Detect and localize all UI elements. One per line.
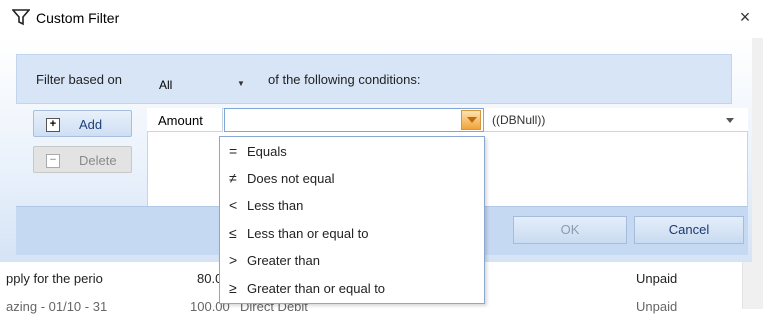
option-label: Greater than or equal to xyxy=(247,281,386,296)
filter-based-on-label: Filter based on xyxy=(36,72,122,87)
operator-option-equals[interactable]: = Equals xyxy=(220,139,484,165)
delete-button-label: Delete xyxy=(79,153,117,168)
operator-option-greater-or-equal[interactable]: ≥ Greater than or equal to xyxy=(220,276,484,302)
dialog-title: Custom Filter xyxy=(36,10,120,26)
equals-symbol: = xyxy=(229,143,238,159)
value-select-value: ((DBNull)) xyxy=(492,113,546,127)
option-label: Greater than xyxy=(247,253,320,268)
condition-field[interactable]: Amount xyxy=(147,108,223,132)
operator-dropdown-list: = Equals ≠ Does not equal < Less than ≤ … xyxy=(219,136,485,304)
operator-option-less-or-equal[interactable]: ≤ Less than or equal to xyxy=(220,221,484,247)
chevron-down-icon: ▼ xyxy=(237,79,245,88)
option-label: Does not equal xyxy=(247,171,335,186)
add-button-label: Add xyxy=(79,117,103,132)
cell-status: Unpaid xyxy=(636,299,678,314)
cancel-button[interactable]: Cancel xyxy=(634,216,744,244)
minus-icon: − xyxy=(46,154,60,168)
conditions-suffix-label: of the following conditions: xyxy=(268,72,421,87)
plus-icon: + xyxy=(46,118,60,132)
logic-select-value: All xyxy=(159,78,173,92)
operator-option-less-than[interactable]: < Less than xyxy=(220,193,484,219)
operator-option-greater-than[interactable]: > Greater than xyxy=(220,248,484,274)
add-condition-button[interactable]: + Add xyxy=(33,110,132,137)
logic-select[interactable]: All ▼ xyxy=(152,68,254,94)
value-select[interactable]: ((DBNull)) xyxy=(484,108,748,132)
chevron-down-icon xyxy=(467,117,477,123)
cell-status: Unpaid xyxy=(636,271,678,286)
option-label: Equals xyxy=(247,144,287,159)
less-or-equal-symbol: ≤ xyxy=(229,225,237,241)
condition-field-label: Amount xyxy=(158,113,203,128)
greater-than-symbol: > xyxy=(229,252,238,268)
option-label: Less than xyxy=(247,198,304,213)
not-equal-symbol: ≠ xyxy=(229,170,237,186)
cell-description: azing - 01/10 - 31 xyxy=(6,299,108,314)
close-icon[interactable]: × xyxy=(734,6,756,28)
operator-dropdown-button[interactable] xyxy=(461,110,481,130)
ok-button[interactable]: OK xyxy=(513,216,627,244)
operator-select[interactable] xyxy=(224,108,484,132)
cell-description: pply for the perio xyxy=(6,271,103,286)
chevron-down-icon[interactable] xyxy=(726,118,734,123)
option-label: Less than or equal to xyxy=(247,226,369,241)
greater-or-equal-symbol: ≥ xyxy=(229,280,237,296)
operator-option-not-equal[interactable]: ≠ Does not equal xyxy=(220,166,484,192)
less-than-symbol: < xyxy=(229,197,238,213)
filter-funnel-icon xyxy=(11,8,31,26)
delete-condition-button[interactable]: − Delete xyxy=(33,146,132,173)
